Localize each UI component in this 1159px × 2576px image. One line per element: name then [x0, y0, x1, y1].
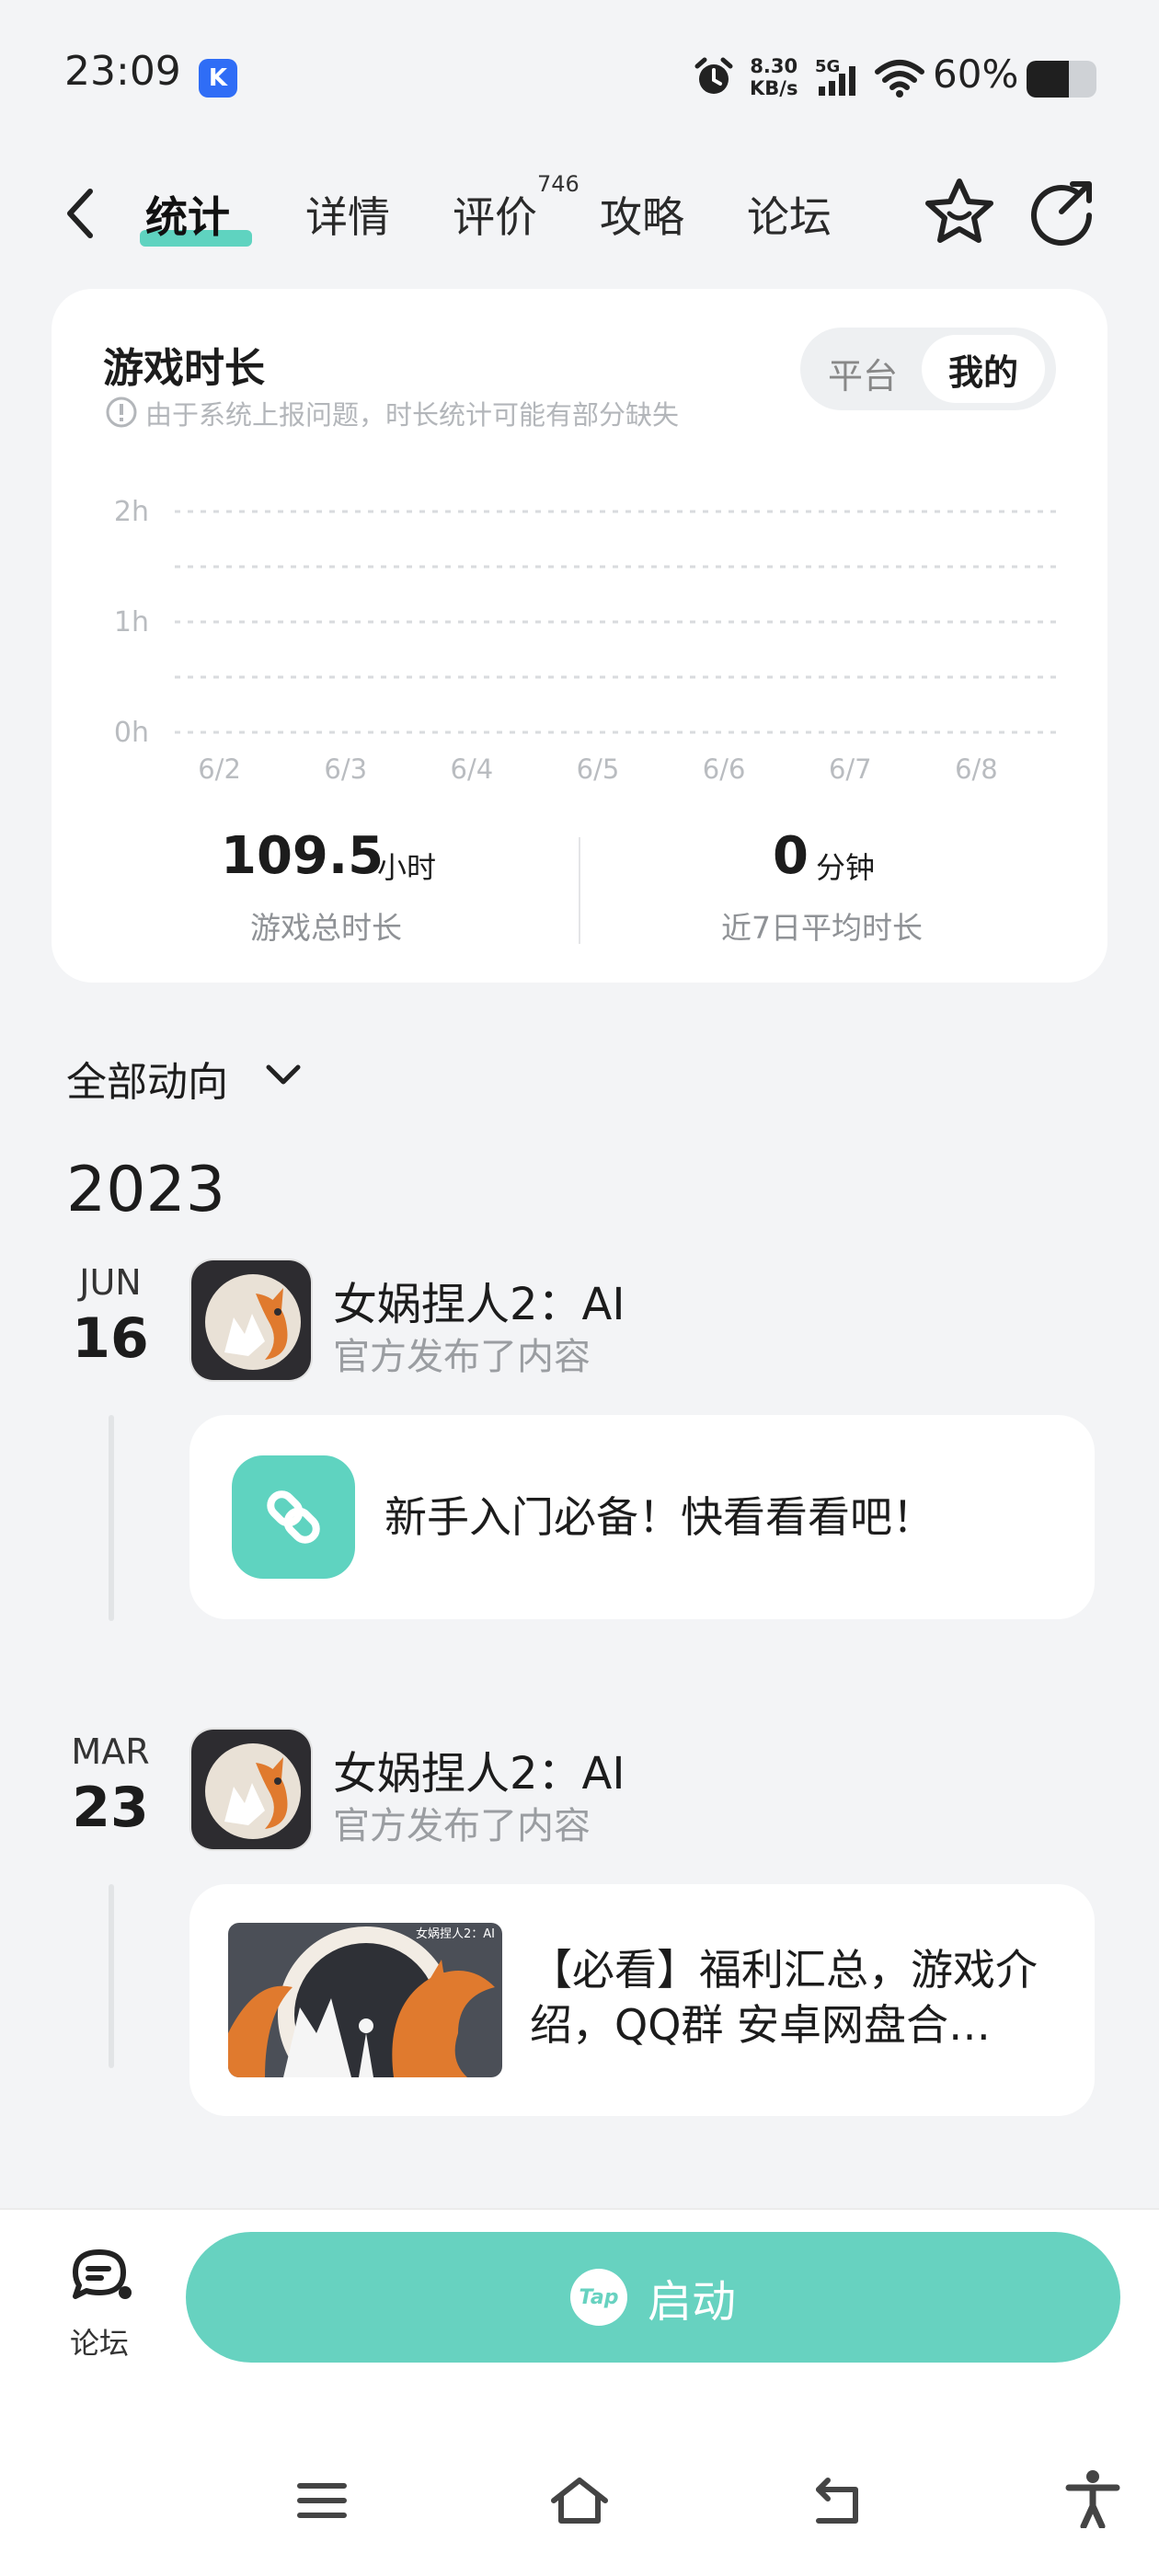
tab-guides[interactable]: 攻略 — [600, 184, 684, 245]
accessibility-icon[interactable] — [1065, 2469, 1120, 2532]
x-tick-label: 6/2 — [198, 753, 241, 785]
entry-day: 23 — [72, 1776, 149, 1840]
x-tick-label: 6/8 — [955, 753, 998, 785]
forum-icon[interactable] — [68, 2245, 134, 2309]
tab-label: 攻略 — [600, 192, 684, 242]
x-tick-label: 6/6 — [703, 753, 746, 785]
playtime-chart: 2h 1h 0h 6/2 6/3 6/4 6/5 6/6 6/7 6/8 — [114, 496, 1058, 785]
forum-label[interactable]: 论坛 — [70, 2320, 129, 2363]
post-text: 新手入门必备！快看看看吧！ — [384, 1492, 935, 1542]
y-tick-label: 2h — [114, 496, 149, 528]
menu-icon[interactable] — [296, 2475, 348, 2530]
post-text-line1: 【必看】福利汇总，游戏介 — [530, 1945, 1038, 1995]
post-card[interactable]: 新手入门必备！快看看看吧！ — [189, 1415, 1095, 1619]
entry-subtitle: 官方发布了内容 — [333, 1805, 591, 1847]
tab-reviews[interactable]: 评价 — [453, 184, 537, 245]
avg-playtime-unit: 分钟 — [816, 850, 876, 885]
post-card[interactable]: 女娲捏人2：AI 【必看】福利汇总，游戏介 绍，QQ群 安卓网盘合… — [189, 1884, 1095, 2116]
tab-forum[interactable]: 论坛 — [747, 184, 832, 245]
activity-filter[interactable]: 全部动向 — [66, 1049, 228, 1108]
launch-button[interactable]: Tap 启动 — [186, 2232, 1120, 2363]
game-app-icon[interactable] — [189, 1728, 313, 1851]
tap-logo-icon: Tap — [569, 2269, 627, 2326]
timeline-line — [109, 1884, 114, 2068]
x-tick-label: 6/5 — [577, 753, 620, 785]
tab-label: 评价 — [453, 192, 537, 242]
home-icon[interactable] — [548, 2475, 611, 2530]
tab-label: 论坛 — [747, 192, 832, 242]
total-playtime-label: 游戏总时长 — [250, 910, 402, 946]
x-tick-label: 6/4 — [451, 753, 494, 785]
entry-day: 16 — [72, 1306, 149, 1371]
tab-label: 详情 — [305, 192, 390, 242]
link-icon — [232, 1455, 355, 1579]
total-playtime-unit: 小时 — [377, 850, 437, 885]
avg-playtime-value: 0 — [773, 826, 809, 886]
year-heading: 2023 — [66, 1154, 226, 1226]
tab-stats[interactable]: 统计 — [145, 184, 230, 245]
thumb-caption: 女娲捏人2：AI — [416, 1926, 495, 1941]
tab-details[interactable]: 详情 — [305, 184, 390, 245]
post-thumbnail: 女娲捏人2：AI — [228, 1923, 502, 2077]
tab-label: 统计 — [145, 192, 230, 242]
entry-subtitle: 官方发布了内容 — [333, 1336, 591, 1378]
x-tick-label: 6/7 — [829, 753, 872, 785]
entry-title[interactable]: 女娲捏人2：AI — [333, 1737, 625, 1801]
entry-month: MAR — [71, 1731, 150, 1772]
total-playtime-value: 109.5 — [221, 826, 384, 886]
entry-title[interactable]: 女娲捏人2：AI — [333, 1268, 625, 1332]
x-tick-label: 6/3 — [324, 753, 367, 785]
game-app-icon[interactable] — [189, 1259, 313, 1382]
post-text-line2: 绍，QQ群 安卓网盘合… — [530, 2000, 992, 2050]
back-nav-icon[interactable] — [809, 2475, 865, 2530]
timeline-line — [109, 1415, 114, 1621]
entry-month: JUN — [79, 1262, 142, 1303]
y-tick-label: 1h — [114, 606, 149, 638]
chevron-down-icon[interactable] — [263, 1056, 304, 1097]
y-tick-label: 0h — [114, 717, 149, 749]
stat-divider — [579, 837, 580, 944]
launch-label: 启动 — [647, 2276, 736, 2328]
avg-playtime-label: 近7日平均时长 — [721, 910, 923, 946]
